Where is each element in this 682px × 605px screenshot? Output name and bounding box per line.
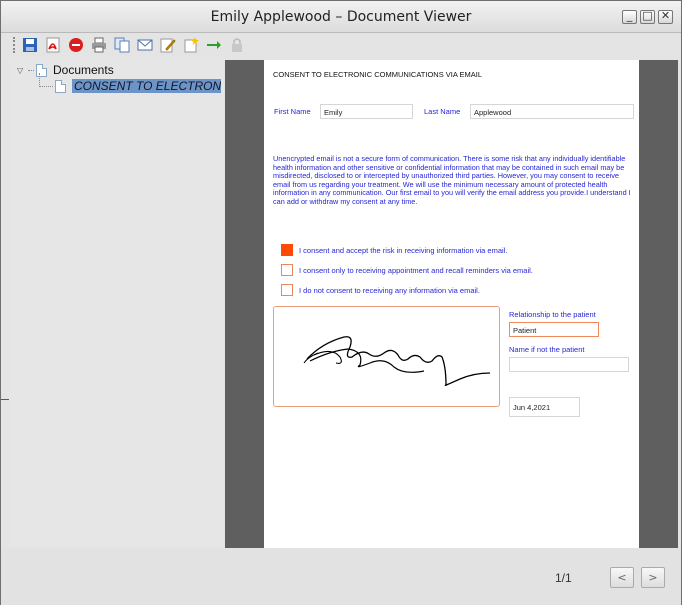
name-if-not-patient-field[interactable] bbox=[509, 357, 629, 372]
document-viewer-window: Emily Applewood – Document Viewer _ □ ✕ bbox=[0, 0, 682, 605]
consent-paragraph: Unencrypted email is not a secure form o… bbox=[273, 154, 631, 206]
new-icon bbox=[184, 37, 199, 53]
name-if-not-patient-label: Name if not the patient bbox=[509, 345, 585, 354]
print-icon bbox=[92, 37, 106, 53]
export-pdf-button[interactable] bbox=[44, 36, 62, 54]
document-page: CONSENT TO ELECTRONIC COMMUNICATIONS VIA… bbox=[264, 60, 639, 548]
signature-box[interactable] bbox=[273, 306, 500, 407]
collapse-icon[interactable]: ▽ bbox=[17, 66, 26, 75]
tree-connector bbox=[39, 73, 53, 87]
forward-icon bbox=[207, 41, 221, 49]
signature-image bbox=[303, 336, 491, 387]
lock-icon bbox=[232, 38, 242, 52]
tree-root-label: Documents bbox=[53, 63, 114, 77]
minimize-icon: _ bbox=[626, 9, 633, 22]
chevron-right-icon: > bbox=[648, 571, 658, 584]
consent-reminders-checkbox[interactable] bbox=[281, 264, 293, 276]
next-page-button[interactable]: > bbox=[641, 567, 665, 588]
document-tree: ▽ Documents CONSENT TO ELECTRON bbox=[9, 59, 224, 547]
pdf-icon bbox=[46, 37, 60, 53]
lock-button[interactable] bbox=[228, 36, 246, 54]
email-button[interactable] bbox=[136, 36, 154, 54]
copy-icon bbox=[114, 37, 130, 53]
consent-reminders-label: I consent only to receiving appointment … bbox=[299, 266, 533, 275]
toolbar bbox=[1, 34, 681, 56]
previous-page-button[interactable]: < bbox=[610, 567, 634, 588]
first-name-label: First Name bbox=[274, 107, 311, 116]
relationship-field[interactable]: Patient bbox=[509, 322, 599, 337]
consent-full-label: I consent and accept the risk in receivi… bbox=[299, 246, 508, 255]
delete-button[interactable] bbox=[67, 36, 85, 54]
chevron-left-icon: < bbox=[617, 571, 627, 584]
minimize-button[interactable]: _ bbox=[622, 9, 637, 24]
page-indicator: 1/1 bbox=[555, 571, 572, 585]
new-button[interactable] bbox=[182, 36, 200, 54]
no-consent-label: I do not consent to receiving any inform… bbox=[299, 286, 480, 295]
maximize-icon: □ bbox=[642, 9, 653, 22]
save-icon bbox=[23, 38, 37, 52]
tree-item-consent[interactable]: CONSENT TO ELECTRON bbox=[55, 79, 221, 93]
date-field[interactable]: Jun 4,2021 bbox=[509, 397, 580, 417]
last-name-field[interactable]: Applewood bbox=[470, 104, 634, 119]
document-icon bbox=[55, 79, 66, 93]
edit-button[interactable] bbox=[159, 36, 177, 54]
edit-icon bbox=[160, 38, 176, 53]
close-icon: ✕ bbox=[660, 9, 671, 22]
edge-marker bbox=[1, 399, 9, 400]
document-viewer-pane[interactable]: CONSENT TO ELECTRONIC COMMUNICATIONS VIA… bbox=[225, 60, 678, 548]
forward-button[interactable] bbox=[205, 36, 223, 54]
save-button[interactable] bbox=[21, 36, 39, 54]
toolbar-grip[interactable] bbox=[13, 37, 17, 53]
document-heading: CONSENT TO ELECTRONIC COMMUNICATIONS VIA… bbox=[273, 70, 483, 79]
maximize-button[interactable]: □ bbox=[640, 9, 655, 24]
delete-icon bbox=[69, 38, 83, 52]
copy-button[interactable] bbox=[113, 36, 131, 54]
tree-child-label: CONSENT TO ELECTRON bbox=[72, 79, 221, 93]
print-button[interactable] bbox=[90, 36, 108, 54]
relationship-label: Relationship to the patient bbox=[509, 310, 596, 319]
email-icon bbox=[137, 39, 153, 51]
title-bar[interactable]: Emily Applewood – Document Viewer _ □ ✕ bbox=[1, 1, 681, 33]
consent-full-checkbox[interactable] bbox=[281, 244, 293, 256]
window-title: Emily Applewood – Document Viewer bbox=[210, 9, 472, 25]
last-name-label: Last Name bbox=[424, 107, 461, 116]
close-button[interactable]: ✕ bbox=[658, 9, 673, 24]
viewer-footer: 1/1 < > bbox=[1, 549, 681, 605]
tree-item-documents[interactable]: ▽ Documents bbox=[17, 63, 114, 77]
no-consent-checkbox[interactable] bbox=[281, 284, 293, 296]
first-name-field[interactable]: Emily bbox=[320, 104, 413, 119]
